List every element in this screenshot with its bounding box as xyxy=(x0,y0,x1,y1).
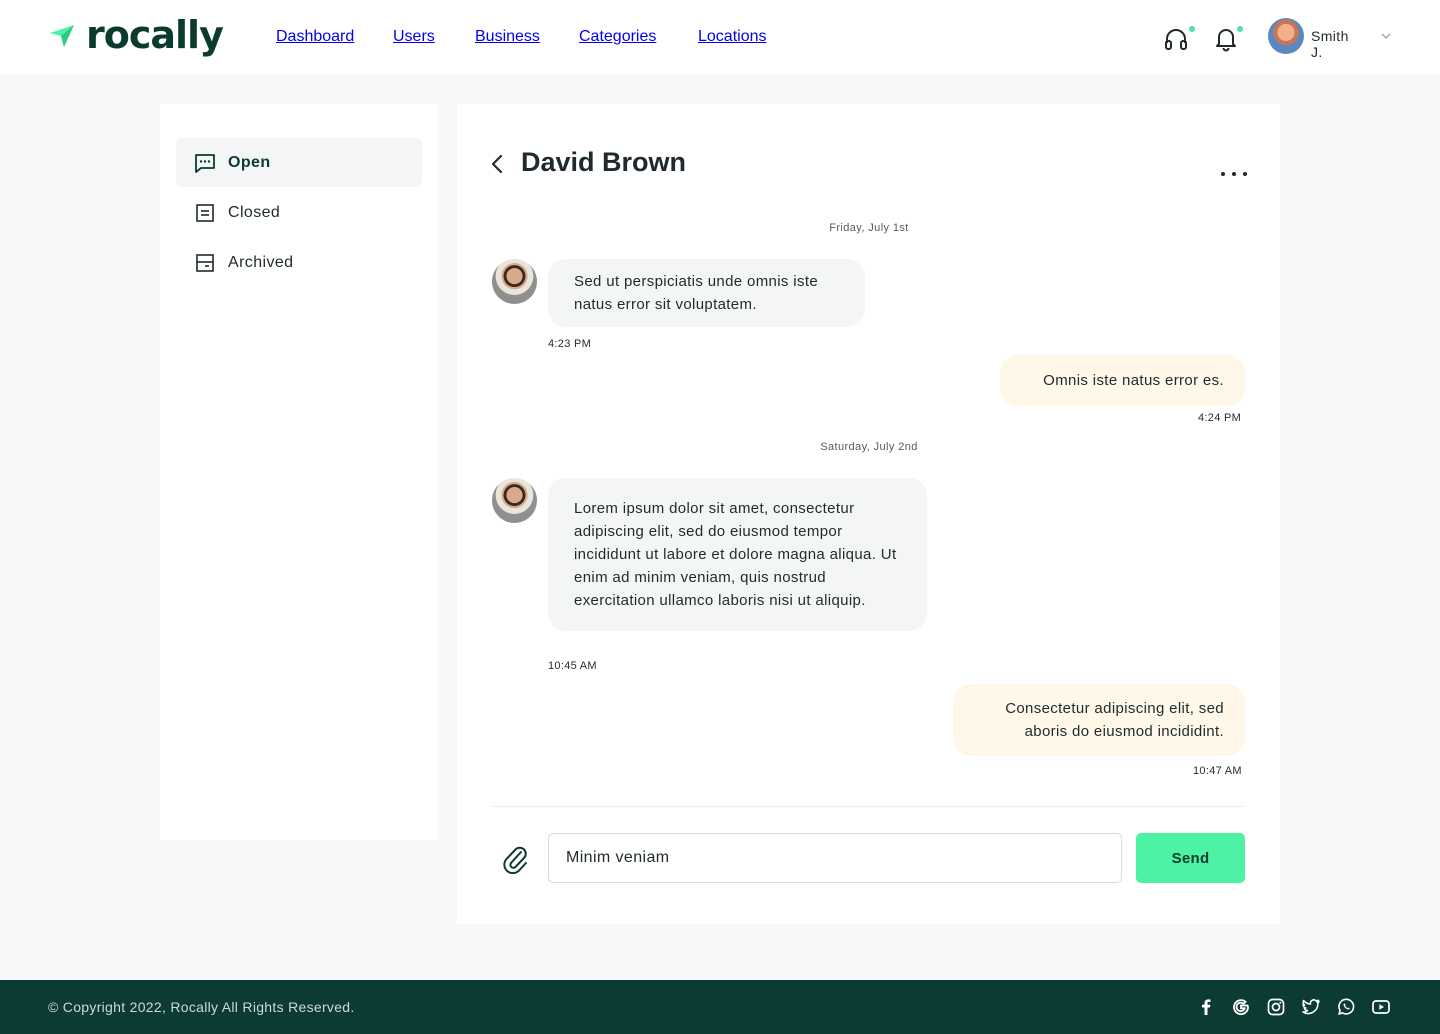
sidebar-item-closed[interactable]: Closed xyxy=(176,188,422,237)
message-bubble-outgoing: Omnis iste natus error es. xyxy=(1000,355,1245,406)
logo[interactable]: rocally xyxy=(48,13,224,57)
user-name: Smith J. xyxy=(1311,28,1349,60)
message-time: 10:45 AM xyxy=(548,660,597,672)
notifications-button[interactable] xyxy=(1213,24,1245,52)
back-arrow-icon[interactable] xyxy=(487,152,507,176)
google-icon[interactable] xyxy=(1231,997,1251,1017)
navigation-arrow-icon xyxy=(50,25,74,47)
date-separator: Saturday, July 2nd xyxy=(820,441,918,453)
archive-icon xyxy=(196,253,214,272)
contact-avatar xyxy=(492,478,537,523)
conversation-title: David Brown xyxy=(521,147,687,177)
message-bubble-outgoing: Consectetur adipiscing elit, sed aboris … xyxy=(953,684,1245,756)
twitter-icon[interactable] xyxy=(1301,997,1321,1017)
support-status-dot xyxy=(1189,26,1195,32)
sidebar-item-archived[interactable]: Archived xyxy=(176,238,422,287)
youtube-icon[interactable] xyxy=(1371,997,1391,1017)
instagram-icon[interactable] xyxy=(1266,997,1286,1017)
date-separator: Friday, July 1st xyxy=(829,222,909,234)
message-bubble-incoming: Lorem ipsum dolor sit amet, consectetur … xyxy=(548,478,927,631)
facebook-icon[interactable] xyxy=(1196,997,1216,1017)
footer: © Copyright 2022, Rocally All Rights Res… xyxy=(0,980,1440,1034)
copyright-text: © Copyright 2022, Rocally All Rights Res… xyxy=(48,999,355,1015)
paperclip-icon[interactable] xyxy=(501,844,529,874)
sidebar-item-label: Archived xyxy=(228,253,294,271)
avatar xyxy=(1268,18,1304,54)
top-navigation-bar: rocally Dashboard Users Business Categor… xyxy=(0,0,1440,75)
message-bubble-incoming: Sed ut perspiciatis unde omnis iste natu… xyxy=(548,259,865,327)
nav-business[interactable]: Business xyxy=(475,28,540,46)
headset-icon xyxy=(1165,29,1187,50)
sidebar-item-open[interactable]: Open xyxy=(176,138,422,187)
chat-panel: David Brown Friday, July 1st Sed ut pers… xyxy=(457,104,1280,924)
support-button[interactable] xyxy=(1163,24,1195,52)
chat-icon xyxy=(195,153,215,173)
conversation-filter-sidebar: Open Closed Archived xyxy=(160,104,438,840)
chevron-down-icon xyxy=(1381,33,1391,39)
nav-dashboard[interactable]: Dashboard xyxy=(276,28,354,46)
nav-users[interactable]: Users xyxy=(393,28,435,46)
sidebar-item-label: Closed xyxy=(228,203,281,221)
notification-dot xyxy=(1237,26,1243,32)
contact-avatar xyxy=(492,259,537,304)
whatsapp-icon[interactable] xyxy=(1336,997,1356,1017)
list-icon xyxy=(196,203,214,222)
message-time: 4:23 PM xyxy=(548,338,592,350)
nav-locations[interactable]: Locations xyxy=(698,28,767,46)
sidebar-item-label: Open xyxy=(228,153,271,171)
send-button[interactable]: Send xyxy=(1136,833,1245,883)
brand-name: rocally xyxy=(86,13,224,57)
nav-categories[interactable]: Categories xyxy=(579,28,656,46)
composer-divider xyxy=(491,806,1245,807)
message-input[interactable] xyxy=(548,833,1122,883)
message-time: 4:24 PM xyxy=(1198,412,1242,424)
more-options-icon[interactable] xyxy=(1221,172,1247,182)
message-time: 10:47 AM xyxy=(1193,765,1242,777)
bell-icon xyxy=(1216,29,1236,52)
